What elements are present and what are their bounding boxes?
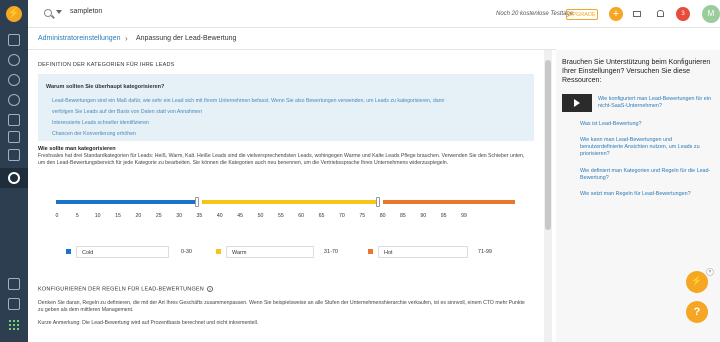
slider-handle-warm-hot[interactable] [376, 197, 380, 207]
slider-tick-label: 50 [257, 213, 264, 219]
category-row-hot: Hot 71-99 [368, 246, 498, 258]
slider-tick-label: 0 [55, 213, 59, 219]
definition-section-title: DEFINITION DER KATEGORIEN FÜR IHRE LEADS [38, 62, 175, 68]
category-row-cold: Cold 0-30 [66, 246, 196, 258]
rules-section-title: KONFIGURIEREN DER REGELN FÜR LEAD-BEWERT… [38, 286, 213, 292]
calendar-icon[interactable] [8, 114, 20, 126]
app-switcher-icon[interactable] [9, 320, 19, 330]
slider-tick-label: 95 [440, 213, 447, 219]
slider-segment-cold [56, 200, 199, 204]
slider-tick-label: 85 [400, 213, 406, 219]
resource-link[interactable]: Was ist Lead-Bewertung? [580, 121, 714, 128]
top-bar: sampleton Noch 20 kostenlose Testtage UP… [28, 0, 720, 28]
help-button[interactable]: ? [686, 301, 708, 323]
category-name-input[interactable]: Cold [76, 246, 169, 258]
slider-tick-label: 75 [359, 213, 366, 219]
notification-badge[interactable]: 3 [676, 7, 690, 21]
play-video-icon[interactable] [562, 94, 592, 112]
category-name-input[interactable]: Hot [378, 246, 468, 258]
scrollbar-thumb[interactable] [545, 60, 551, 230]
close-icon[interactable]: × [706, 268, 714, 276]
search-input[interactable]: sampleton [70, 8, 102, 15]
info-line: Lead-Bewertungen sind ein Maß dafür, wie… [52, 98, 445, 104]
category-name: Warm [232, 250, 247, 256]
accounts-icon[interactable] [8, 74, 20, 86]
how-to-categorize-title: Wie sollte man kategorisieren [38, 146, 116, 152]
collapse-icon[interactable] [8, 298, 20, 310]
trial-status-text: Noch 20 kostenlose Testtage [496, 11, 574, 17]
deals-icon[interactable] [8, 94, 20, 106]
category-name-input[interactable]: Warm [226, 246, 314, 258]
slider-tick-label: 60 [298, 213, 305, 219]
category-row-warm: Warm 31-70 [216, 246, 346, 258]
info-line: verfolgen Sie Leads auf der Basis von Da… [52, 109, 202, 115]
slider-tick-label: 5 [75, 213, 79, 219]
mail-icon[interactable] [633, 11, 641, 17]
breadcrumb: Administratoreinstellungen › Anpassung d… [28, 28, 556, 50]
info-box: Warum sollten Sie überhaupt kategorisier… [38, 74, 534, 141]
category-range: 71-99 [477, 249, 492, 255]
search-icon[interactable] [44, 9, 52, 17]
category-range: 0-30 [180, 249, 192, 255]
settings-nav-item[interactable] [0, 168, 28, 188]
category-name: Cold [82, 250, 94, 256]
resource-link[interactable]: Wie kann man Lead-Bewertungen und benutz… [580, 137, 714, 158]
left-navigation-rail: ⚡ [0, 0, 28, 342]
slider-tick-label: 45 [237, 213, 244, 219]
slider-segment-hot [383, 200, 515, 204]
rules-note: Kurze Anmerkung: Die Lead-Bewertung wird… [38, 320, 259, 326]
resource-link[interactable]: Wie definiert man Kategorien und Regeln … [580, 168, 714, 182]
slider-tick-label: 55 [277, 213, 284, 219]
chevron-right-icon: › [125, 34, 128, 43]
slider-tick-label: 90 [420, 213, 427, 219]
bell-icon[interactable] [657, 10, 664, 17]
help-icon[interactable]: ? [206, 286, 213, 292]
slider-tick-label: 65 [318, 213, 325, 219]
slider-tick-label: 10 [94, 213, 101, 219]
chat-icon[interactable] [8, 131, 20, 143]
how-to-categorize-text: Freshsales hat drei Standardkategorien f… [38, 153, 525, 166]
main-scrollbar[interactable] [544, 50, 552, 342]
page-title: Anpassung der Lead-Bewertung [136, 35, 237, 42]
integrations-icon[interactable] [8, 278, 20, 290]
dashboard-icon[interactable] [8, 34, 20, 46]
app-logo-icon[interactable]: ⚡ [6, 6, 22, 22]
slider-handle-cold-warm[interactable] [195, 197, 199, 207]
slider-segment-warm [202, 200, 380, 204]
color-swatch [368, 249, 373, 254]
reports-icon[interactable] [8, 149, 20, 161]
resources-title: Brauchen Sie Unterstützung beim Konfigur… [562, 59, 711, 84]
slider-tick-label: 70 [339, 213, 345, 219]
breadcrumb-admin-settings-link[interactable]: Administratoreinstellungen [38, 35, 121, 42]
slider-tick-label: 35 [196, 213, 203, 219]
slider-tick-label: 20 [135, 213, 142, 219]
slider-tick-label: 99 [461, 213, 467, 219]
avatar[interactable]: M [702, 5, 720, 23]
contacts-icon[interactable] [8, 54, 20, 66]
category-name: Hot [384, 250, 393, 256]
resources-panel: Brauchen Sie Unterstützung beim Konfigur… [556, 50, 720, 342]
slider-tick-label: 80 [379, 213, 386, 219]
video-link[interactable]: Wie konfiguriert man Lead-Bewertungen fü… [598, 96, 714, 110]
rules-title-text: KONFIGURIEREN DER REGELN FÜR LEAD-BEWERT… [38, 286, 204, 293]
category-range: 31-70 [323, 249, 338, 255]
rules-description: Denken Sie daran, Regeln zu definieren, … [38, 300, 525, 313]
resource-link[interactable]: Wie setzt man Regeln für Lead-Bewertunge… [580, 191, 714, 198]
upgrade-button[interactable]: UPGRADE [566, 9, 598, 20]
info-line: Chancen der Konvertierung erhöhen [52, 131, 136, 137]
slider-tick-label: 40 [216, 213, 223, 219]
color-swatch [66, 249, 71, 254]
quick-add-button[interactable]: + [609, 7, 623, 21]
chevron-down-icon[interactable] [56, 10, 62, 14]
info-line: Interessierte Leads schneller identifizi… [52, 120, 149, 126]
assistant-button[interactable]: ⚡ [686, 271, 708, 293]
gear-icon [8, 172, 20, 184]
info-question: Warum sollten Sie überhaupt kategorisier… [46, 84, 165, 90]
slider-tick-label: 30 [176, 213, 182, 219]
color-swatch [216, 249, 221, 254]
main-content: DEFINITION DER KATEGORIEN FÜR IHRE LEADS… [28, 50, 544, 342]
slider-tick-label: 15 [115, 213, 121, 219]
slider-tick-label: 25 [155, 213, 162, 219]
